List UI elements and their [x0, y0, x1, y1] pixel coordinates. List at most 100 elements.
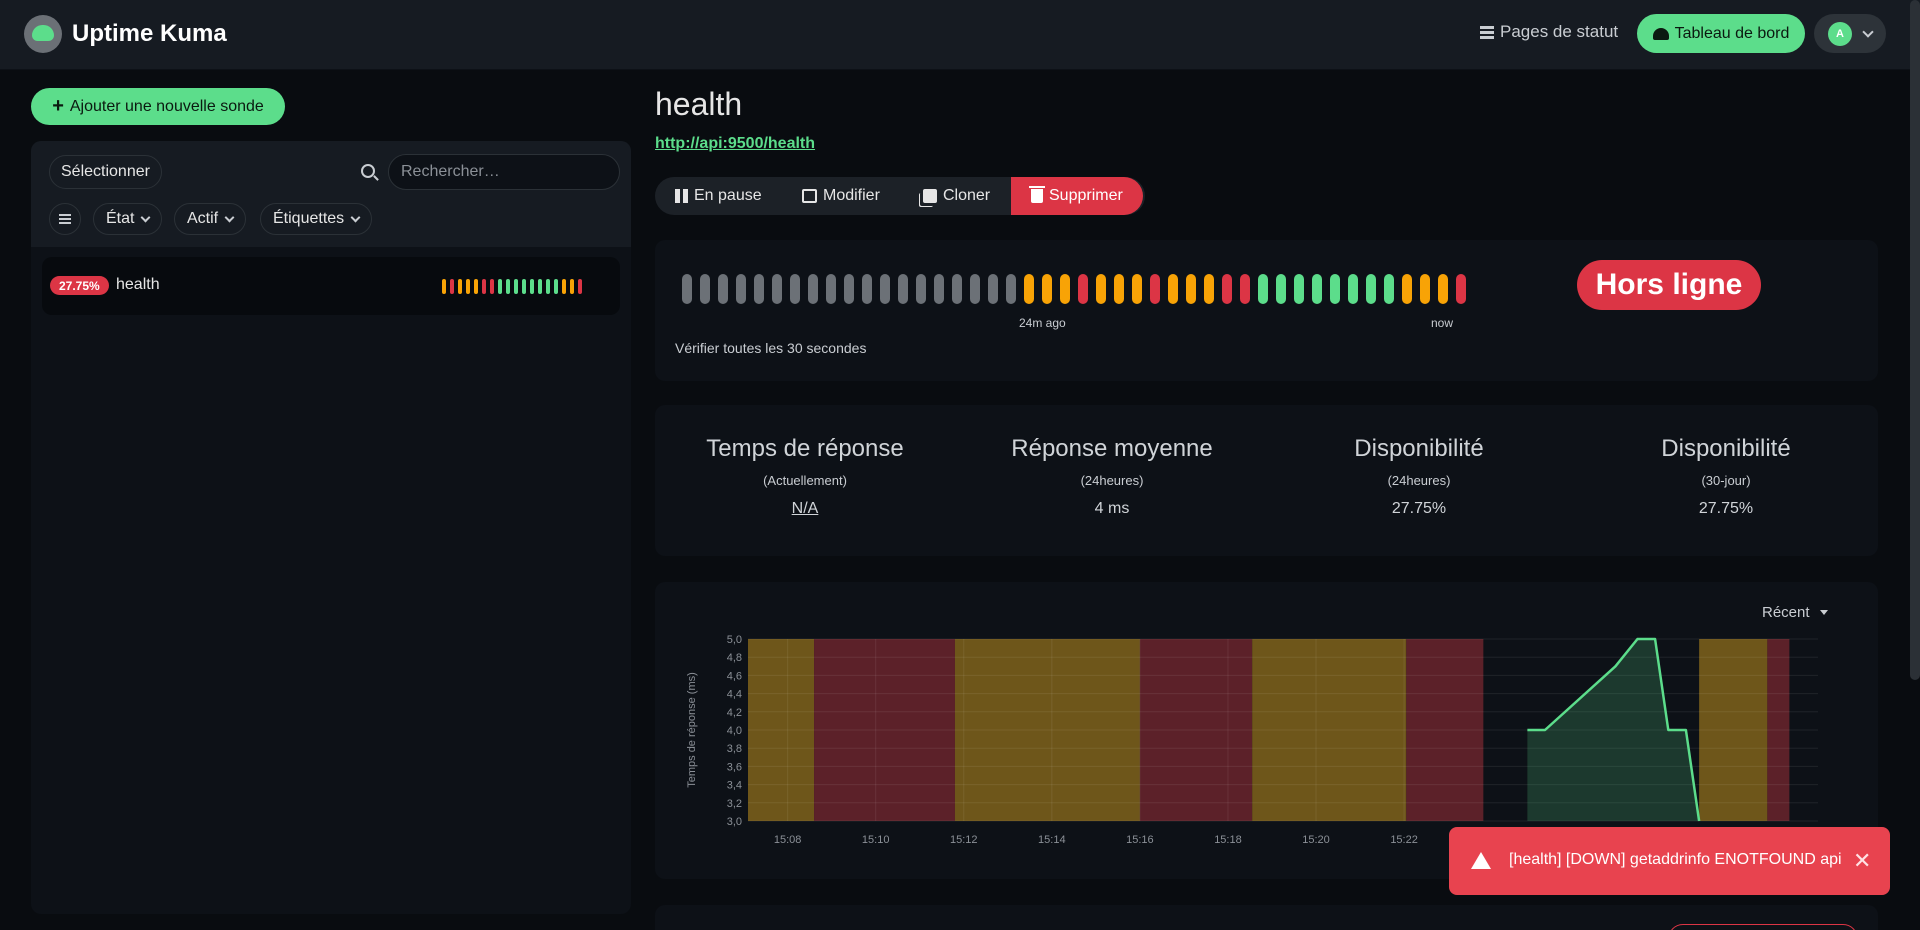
heartbeat-gray [898, 274, 908, 304]
profile-dropdown[interactable]: A [1814, 14, 1886, 53]
filter-active-label: Actif [187, 210, 219, 227]
filter-state-dropdown[interactable]: État [93, 203, 163, 235]
uptime-badge: 27.75% [50, 276, 109, 295]
mini-heartbeat-red [490, 279, 494, 294]
close-icon[interactable]: ✕ [1853, 848, 1871, 874]
pause-button[interactable]: En pause [675, 177, 762, 215]
heartbeat-orange [1438, 274, 1448, 304]
monitor-list-header: Sélectionner État Actif Étiquettes [31, 141, 631, 247]
heartbeat-gray [682, 274, 692, 304]
mini-heartbeat-orange [570, 279, 574, 294]
brand-name: Uptime Kuma [72, 20, 227, 47]
nav-dashboard-button[interactable]: Tableau de bord [1637, 14, 1805, 53]
heartbeat-gray [916, 274, 926, 304]
stat-value[interactable]: N/A [655, 500, 955, 518]
stat-subtitle: (30-jour) [1701, 473, 1751, 488]
select-button[interactable]: Sélectionner [49, 155, 162, 189]
stat-uptime-24h: Disponibilité (24heures) 27.75% [1269, 435, 1569, 518]
heartbeat-gray [826, 274, 836, 304]
filter-tags-dropdown[interactable]: Étiquettes [260, 203, 373, 235]
clear-data-button[interactable] [1668, 924, 1858, 930]
x-tick-label: 15:22 [1390, 834, 1418, 846]
monitor-url-link[interactable]: http://api:9500/health [655, 135, 815, 153]
nav-status-pages[interactable]: Pages de statut [1480, 22, 1618, 42]
warning-icon [1471, 852, 1491, 869]
heartbeat-gray [970, 274, 980, 304]
y-tick-label: 3,0 [727, 816, 742, 828]
mini-heartbeat-orange [442, 279, 446, 294]
mini-heartbeat-red [578, 279, 582, 294]
heartbeat-gray [880, 274, 890, 304]
heartbeat-gray [988, 274, 998, 304]
heartbeat-green [1276, 274, 1286, 304]
add-monitor-label: Ajouter une nouvelle sonde [69, 97, 264, 115]
status-badge: Hors ligne [1577, 260, 1761, 310]
nav-dashboard-label: Tableau de bord [1674, 24, 1790, 42]
add-monitor-button[interactable]: + Ajouter une nouvelle sonde [31, 88, 285, 125]
heartbeat-green [1384, 274, 1394, 304]
monitor-list-item[interactable]: 27.75% health [42, 257, 620, 315]
heartbeat-orange [1132, 274, 1142, 304]
clone-label: Cloner [943, 187, 991, 204]
heartbeat-gray [754, 274, 764, 304]
heartbeat-gray [1006, 274, 1016, 304]
y-tick-label: 4,2 [727, 707, 742, 719]
heartbeat-orange [1024, 274, 1034, 304]
y-tick-label: 4,6 [727, 670, 742, 682]
mini-heartbeat-green [506, 279, 510, 294]
heartbeat-end-label: now [1431, 316, 1454, 330]
mini-heartbeat-orange [466, 279, 470, 294]
stat-title: Disponibilité [1661, 435, 1791, 462]
heartbeat-green [1348, 274, 1358, 304]
heartbeat-green [1258, 274, 1268, 304]
heartbeat-gray [718, 274, 728, 304]
monitor-actions: En pause Modifier Cloner Supprimer [655, 177, 1145, 215]
x-tick-label: 15:18 [1214, 834, 1242, 846]
mini-heartbeat-red [450, 279, 454, 294]
y-tick-label: 3,2 [727, 798, 742, 810]
heartbeat-green [1366, 274, 1376, 304]
x-tick-label: 15:12 [950, 834, 978, 846]
pause-label: En pause [694, 187, 762, 204]
heartbeat-gray [700, 274, 710, 304]
scrollbar[interactable] [1910, 0, 1920, 680]
heartbeat-red [1222, 274, 1232, 304]
heartbeat-red [1150, 274, 1160, 304]
heartbeat-orange [1402, 274, 1412, 304]
y-tick-label: 3,4 [727, 780, 742, 792]
stat-value: 4 ms [1094, 500, 1130, 517]
y-tick-label: 3,6 [727, 761, 742, 773]
y-axis-label: Temps de réponse (ms) [686, 672, 698, 788]
edit-button[interactable]: Modifier [802, 177, 880, 215]
trash-icon [1029, 186, 1045, 203]
heartbeat-orange [1186, 274, 1196, 304]
y-tick-label: 5,0 [727, 634, 742, 646]
mini-heartbeat-orange [458, 279, 462, 294]
heartbeat-orange [1042, 274, 1052, 304]
stat-subtitle: (24heures) [1387, 473, 1451, 488]
stat-title: Temps de réponse [706, 435, 904, 462]
clone-button[interactable]: Cloner [923, 177, 990, 215]
brand[interactable]: Uptime Kuma [24, 15, 227, 53]
stat-value: 27.75% [1391, 500, 1447, 517]
heartbeat-green [1312, 274, 1322, 304]
mini-heartbeat-green [522, 279, 526, 294]
x-tick-label: 15:10 [862, 834, 890, 846]
filter-menu-button[interactable] [49, 203, 81, 235]
heartbeat-gray [736, 274, 746, 304]
stat-average-response: Réponse moyenne (24heures) 4 ms [962, 435, 1262, 518]
list-icon [1480, 25, 1494, 39]
y-tick-label: 4,0 [727, 725, 742, 737]
search-input[interactable] [388, 154, 620, 190]
mini-heartbeat-orange [562, 279, 566, 294]
filter-active-dropdown[interactable]: Actif [174, 203, 247, 235]
heartbeat-green [1294, 274, 1304, 304]
delete-button[interactable]: Supprimer [1011, 177, 1143, 215]
heartbeat-gray [934, 274, 944, 304]
edit-icon [802, 189, 817, 203]
stats-card: Temps de réponse (Actuellement) N/A Répo… [655, 405, 1878, 556]
mini-heartbeat-orange [474, 279, 478, 294]
heartbeat-orange [1168, 274, 1178, 304]
mini-heartbeat-green [514, 279, 518, 294]
stat-uptime-30d: Disponibilité (30-jour) 27.75% [1576, 435, 1876, 518]
